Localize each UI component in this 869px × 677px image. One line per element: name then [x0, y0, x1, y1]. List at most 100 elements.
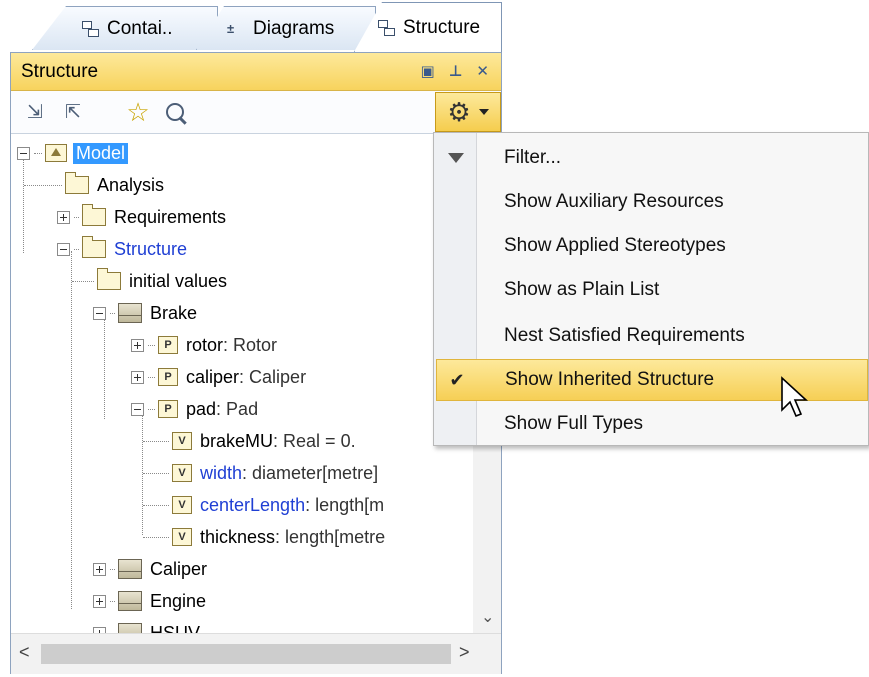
tree-node-model[interactable]: Model	[17, 137, 129, 169]
collapse-icon[interactable]	[93, 306, 106, 320]
tree-node-width[interactable]: V width : diameter[metre]	[143, 457, 378, 489]
tree-connector	[34, 152, 42, 154]
model-icon	[45, 144, 67, 162]
menu-item-show-as-plain-list[interactable]: Show as Plain List	[436, 269, 868, 311]
block-icon	[118, 559, 142, 579]
tree-node-label: rotor	[186, 334, 224, 355]
tree-connector	[71, 251, 72, 609]
scroll-right-icon[interactable]: >	[459, 642, 470, 663]
tree-node-label: Structure	[114, 238, 188, 259]
tab-diagrams[interactable]: Diagrams	[196, 6, 376, 50]
tree-node-thickness[interactable]: V thickness : length[metre	[143, 521, 385, 553]
tree-connector	[110, 600, 115, 602]
close-icon[interactable]: ✕	[476, 64, 489, 79]
menu-item-label: Show Auxiliary Resources	[504, 191, 724, 212]
expand-icon[interactable]	[57, 210, 70, 224]
tree-node-initial-values[interactable]: initial values	[72, 265, 227, 297]
horizontal-scrollbar[interactable]: < >	[11, 633, 501, 674]
pin-icon[interactable]: ⊥	[449, 64, 463, 79]
scroll-down-icon[interactable]: ⌄	[481, 607, 494, 627]
chevron-down-icon	[478, 109, 489, 115]
tree-node-type: : Pad	[216, 398, 259, 419]
tree-node-engine[interactable]: Engine	[93, 585, 206, 617]
mouse-pointer-icon	[781, 376, 809, 418]
tree-connector	[148, 408, 155, 410]
scroll-left-icon[interactable]: <	[19, 642, 30, 663]
tree-node-label: pad	[186, 398, 217, 419]
collapse-icon[interactable]	[57, 242, 70, 256]
expand-all-icon: ⇲	[27, 101, 43, 123]
expand-icon[interactable]	[131, 370, 144, 384]
menu-item-label: Show as Plain List	[504, 279, 660, 300]
expand-all-button[interactable]: ⇲	[21, 98, 49, 126]
menu-item-label: Nest Satisfied Requirements	[504, 325, 745, 346]
tree-node-type: : Caliper	[239, 366, 307, 387]
expand-icon[interactable]	[93, 594, 106, 608]
menu-item-show-applied-stereotypes[interactable]: Show Applied Stereotypes	[436, 225, 868, 267]
tree-node-type: : Real = 0.	[273, 430, 356, 451]
tab-diagrams-label: Diagrams	[253, 17, 335, 39]
tree-node-hsuv[interactable]: HSUV	[93, 617, 200, 633]
checkmark-icon: ✔	[449, 369, 465, 390]
tree-node-caliper-part[interactable]: P caliper : Caliper	[131, 361, 306, 393]
menu-item-nest-satisfied-requirements[interactable]: Nest Satisfied Requirements	[436, 315, 868, 357]
expand-icon[interactable]	[93, 562, 106, 576]
tree-node-requirements[interactable]: Requirements	[57, 201, 226, 233]
collapse-all-button[interactable]: ⇱	[59, 98, 87, 126]
folder-icon	[65, 172, 89, 194]
tree-node-brakemu[interactable]: V brakeMU : Real = 0.	[143, 425, 356, 457]
tab-containment[interactable]: Contai..	[32, 6, 218, 50]
tree-connector	[104, 315, 105, 419]
tree-node-pad[interactable]: P pad : Pad	[131, 393, 258, 425]
tree-connector	[24, 184, 62, 186]
panel-titlebar: Structure ▣ ⊥ ✕	[11, 53, 501, 91]
block-icon	[118, 623, 142, 633]
tree-node-type: : Rotor	[223, 334, 278, 355]
tree-node-structure[interactable]: Structure	[57, 233, 187, 265]
favorite-button[interactable]: ☆	[123, 98, 153, 126]
tree-node-rotor[interactable]: P rotor : Rotor	[131, 329, 277, 361]
collapse-icon[interactable]	[131, 402, 144, 416]
part-icon: P	[158, 336, 178, 354]
tree-node-caliper[interactable]: Caliper	[93, 553, 207, 585]
float-icon[interactable]: ▣	[421, 64, 435, 79]
tree-node-centerlength[interactable]: V centerLength : length[m	[143, 489, 384, 521]
menu-item-show-auxiliary-resources[interactable]: Show Auxiliary Resources	[436, 181, 868, 223]
tree-node-label: Engine	[150, 590, 207, 611]
window-buttons: ▣ ⊥ ✕	[421, 64, 489, 79]
star-icon: ☆	[126, 97, 150, 127]
collapse-all-icon: ⇱	[65, 101, 81, 123]
tab-structure-label: Structure	[403, 16, 481, 38]
tree-connector	[148, 344, 155, 346]
tab-structure[interactable]: Structure	[354, 2, 502, 52]
scrollbar-thumb[interactable]	[41, 644, 451, 664]
structure-panel: Structure ▣ ⊥ ✕ ⇲ ⇱ ☆ ⚙ Model Analysis R…	[10, 52, 502, 674]
tree-node-brake[interactable]: Brake	[93, 297, 197, 329]
tree-connector	[74, 216, 79, 218]
value-property-icon: V	[172, 496, 192, 514]
tree-node-label: width	[200, 462, 243, 483]
gear-icon: ⚙	[447, 97, 471, 127]
menu-item-filter[interactable]: Filter...	[436, 137, 868, 179]
view-tab-strip: Contai.. Diagrams Structure	[10, 0, 502, 52]
search-button[interactable]	[161, 98, 189, 126]
expand-icon[interactable]	[131, 338, 144, 352]
options-menu-button[interactable]: ⚙	[435, 92, 501, 132]
folder-icon	[82, 236, 106, 258]
tree-node-type: : diameter[metre]	[242, 462, 379, 483]
tree-connector	[143, 504, 169, 506]
tree-node-label: caliper	[186, 366, 240, 387]
menu-item-label: Show Inherited Structure	[505, 369, 715, 390]
tree-node-label: initial values	[129, 270, 228, 291]
folder-icon	[97, 268, 121, 290]
tree-node-analysis[interactable]: Analysis	[24, 169, 164, 201]
tree-connector	[72, 280, 94, 282]
tree-connector	[143, 472, 169, 474]
tree-node-label: HSUV	[150, 622, 201, 634]
block-icon	[118, 303, 142, 323]
search-icon	[166, 103, 184, 121]
structure-tree[interactable]: Model Analysis Requirements Structure in…	[11, 133, 471, 633]
tree-connector	[143, 536, 169, 538]
collapse-icon[interactable]	[17, 146, 30, 160]
diagrams-icon	[227, 20, 245, 38]
